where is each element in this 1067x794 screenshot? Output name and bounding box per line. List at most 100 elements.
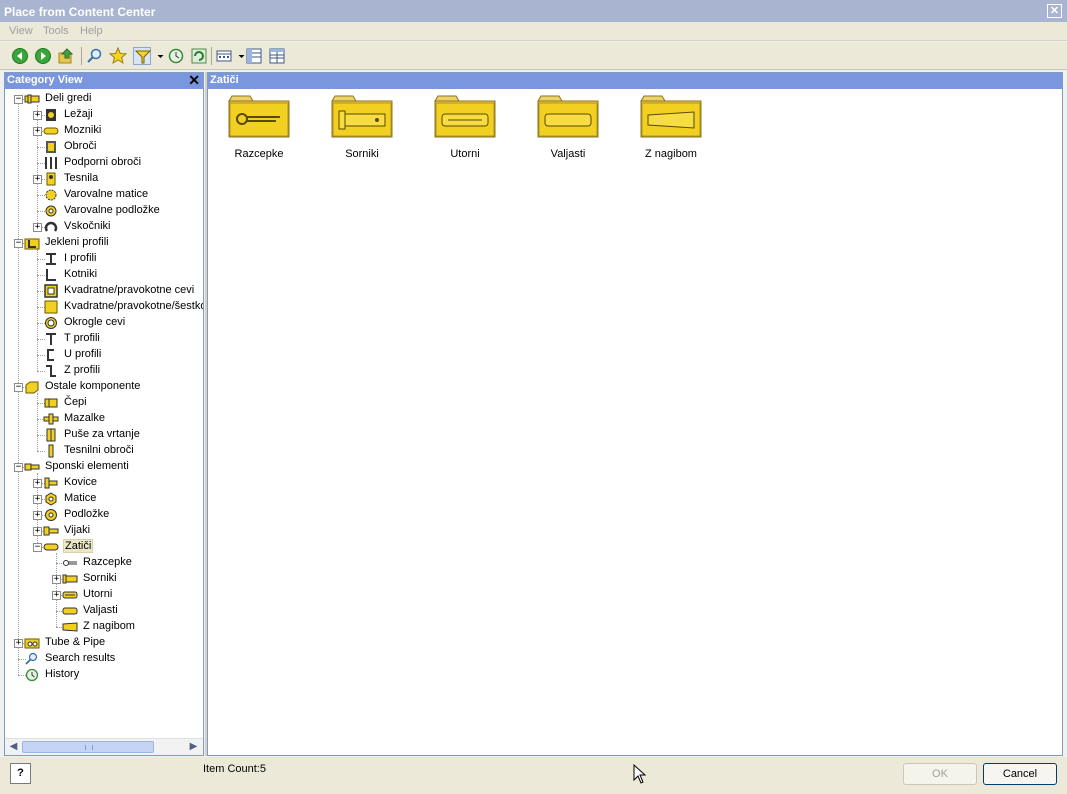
- window-title: Place from Content Center: [4, 5, 156, 19]
- history-icon[interactable]: [167, 47, 185, 65]
- back-icon[interactable]: [11, 47, 29, 65]
- tree-item-label[interactable]: Tesnila: [64, 172, 98, 184]
- help-button[interactable]: ?: [10, 763, 31, 784]
- expand-icon[interactable]: +: [33, 175, 42, 184]
- view-mode-dropdown-icon[interactable]: [233, 47, 245, 65]
- expand-icon[interactable]: +: [33, 479, 42, 488]
- tree-item-label[interactable]: Matice: [64, 492, 96, 504]
- tree-item-label[interactable]: Varovalne podložke: [64, 204, 160, 216]
- tree-connector-line: [37, 249, 38, 371]
- tree-item-label[interactable]: Jekleni profili: [45, 236, 109, 248]
- circlip-icon: [43, 220, 59, 234]
- favorites-icon[interactable]: [109, 47, 127, 65]
- tree-item-label[interactable]: Vijaki: [64, 524, 90, 536]
- collapse-icon[interactable]: −: [33, 543, 42, 552]
- expand-icon[interactable]: +: [14, 639, 23, 648]
- tree-item-label[interactable]: Kvadratne/pravokotne cevi: [64, 284, 194, 296]
- tree-item-label[interactable]: Kotniki: [64, 268, 97, 280]
- ring-icon: [43, 140, 59, 154]
- tree-item-label[interactable]: Mozniki: [64, 124, 101, 136]
- filter-icon[interactable]: [133, 47, 152, 65]
- window-close-button[interactable]: ✕: [1047, 4, 1062, 18]
- folder-item[interactable]: Valjasti: [528, 93, 608, 160]
- panel-close-icon[interactable]: ✕: [188, 73, 200, 88]
- expand-icon[interactable]: +: [33, 111, 42, 120]
- taper-pin-folder-icon: [631, 93, 711, 141]
- collapse-icon[interactable]: −: [14, 239, 23, 248]
- filter-dropdown-icon[interactable]: [152, 47, 164, 65]
- up-folder-icon[interactable]: [57, 47, 75, 65]
- tree-connector-line: [37, 393, 38, 451]
- tree-item-label[interactable]: Puše za vrtanje: [64, 428, 140, 440]
- tree-item-label[interactable]: Zatiči: [62, 539, 94, 553]
- menu-view[interactable]: View: [9, 25, 33, 37]
- tree-item-label[interactable]: Varovalne matice: [64, 188, 148, 200]
- collapse-icon[interactable]: −: [14, 463, 23, 472]
- tree-item-label[interactable]: T profili: [64, 332, 100, 344]
- expand-icon[interactable]: +: [33, 223, 42, 232]
- tree-item-label[interactable]: Mazalke: [64, 412, 105, 424]
- scroll-left-icon[interactable]: ◀: [6, 740, 21, 754]
- tree-item-label[interactable]: Čepi: [64, 396, 87, 408]
- cancel-button[interactable]: Cancel: [983, 763, 1057, 785]
- tree-item-label[interactable]: Utorni: [83, 588, 112, 600]
- expand-icon[interactable]: +: [33, 527, 42, 536]
- tree-item-label[interactable]: Sorniki: [83, 572, 117, 584]
- refresh-icon[interactable]: [190, 47, 208, 65]
- tree-item-label[interactable]: Ležaji: [64, 108, 93, 120]
- tree-item-label[interactable]: Podložke: [64, 508, 109, 520]
- folder-item[interactable]: Utorni: [425, 93, 505, 160]
- detail-view-icon[interactable]: [268, 47, 286, 65]
- tree-item-label[interactable]: U profili: [64, 348, 101, 360]
- forward-icon[interactable]: [34, 47, 52, 65]
- tree-item-label[interactable]: Kovice: [64, 476, 97, 488]
- collapse-icon[interactable]: −: [14, 383, 23, 392]
- tree-item-label[interactable]: Search results: [45, 652, 115, 664]
- expand-icon[interactable]: +: [33, 495, 42, 504]
- z-profile-icon: [43, 364, 59, 378]
- menu-tools[interactable]: Tools: [43, 25, 69, 37]
- tree-item-label[interactable]: Ostale komponente: [45, 380, 140, 392]
- expand-icon[interactable]: +: [33, 511, 42, 520]
- menu-bar: View Tools Help: [0, 22, 1067, 41]
- expand-icon[interactable]: +: [52, 575, 61, 584]
- scrollbar-grip-icon: [85, 745, 93, 750]
- tree-item-label[interactable]: Kvadratne/pravokotne/šestkotne: [64, 300, 203, 312]
- ok-button[interactable]: OK: [903, 763, 977, 785]
- tree-item-label[interactable]: Tesnilni obroči: [64, 444, 134, 456]
- search-icon[interactable]: [86, 47, 104, 65]
- tree-item-label[interactable]: Z profili: [64, 364, 100, 376]
- collapse-icon[interactable]: −: [14, 95, 23, 104]
- tree-item-label[interactable]: Vskočniki: [64, 220, 110, 232]
- tree-item-label[interactable]: Tube & Pipe: [45, 636, 105, 648]
- tree-item-label[interactable]: History: [45, 668, 79, 680]
- tree-item-label[interactable]: Deli gredi: [45, 92, 91, 104]
- tree-item-label[interactable]: I profili: [64, 252, 96, 264]
- tree-item-label[interactable]: Valjasti: [83, 604, 118, 616]
- drill-bushing-icon: [43, 428, 59, 442]
- table-view-icon[interactable]: [245, 47, 263, 65]
- tree-item-label[interactable]: Obroči: [64, 140, 96, 152]
- seal-icon: [43, 172, 59, 186]
- scrollbar-thumb[interactable]: [22, 741, 154, 753]
- folder-item[interactable]: Z nagibom: [631, 93, 711, 160]
- steel-profile-icon: [24, 236, 40, 250]
- u-profile-icon: [43, 348, 59, 362]
- tree-item-label[interactable]: Sponski elementi: [45, 460, 129, 472]
- tree-item-label[interactable]: Podporni obroči: [64, 156, 141, 168]
- cylindrical-pin-folder-icon: [528, 93, 608, 141]
- scroll-right-icon[interactable]: ▶: [186, 740, 201, 754]
- folder-item[interactable]: Razcepke: [219, 93, 299, 160]
- clevis-pin-icon: [62, 572, 78, 586]
- expand-icon[interactable]: +: [52, 591, 61, 600]
- window-title-bar: Place from Content Center ✕: [0, 0, 1067, 22]
- expand-icon[interactable]: +: [33, 127, 42, 136]
- tree-item-label[interactable]: Razcepke: [83, 556, 132, 568]
- menu-help[interactable]: Help: [80, 25, 103, 37]
- tree-item-label[interactable]: Z nagibom: [83, 620, 135, 632]
- shaft-parts-icon: [24, 92, 40, 106]
- folder-item[interactable]: Sorniki: [322, 93, 402, 160]
- tree-item-label[interactable]: Okrogle cevi: [64, 316, 125, 328]
- horizontal-scrollbar[interactable]: ◀ ▶: [5, 738, 203, 755]
- view-mode-icon[interactable]: [215, 47, 233, 65]
